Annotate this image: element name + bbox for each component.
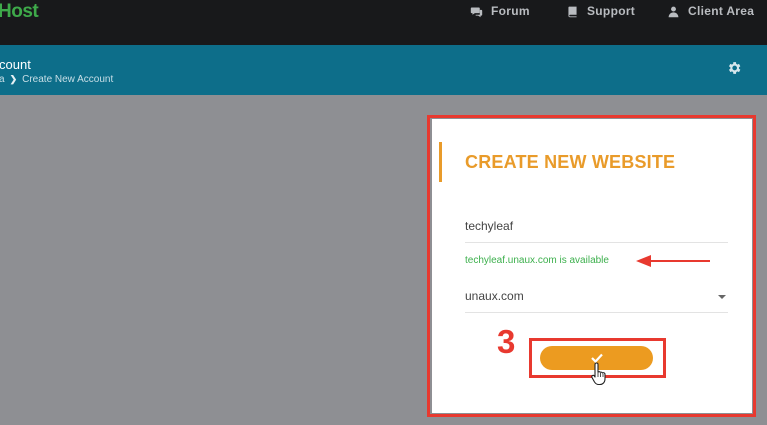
nav-forum-label: Forum <box>491 4 530 18</box>
page-title: count <box>0 57 31 72</box>
breadcrumb: a ❯ Create New Account <box>0 74 113 85</box>
page-header: count a ❯ Create New Account <box>0 45 767 95</box>
chat-icon <box>470 6 483 17</box>
step-number: 3 <box>497 323 516 360</box>
nav-client-area[interactable]: Client Area <box>667 4 754 18</box>
nav-support[interactable]: Support <box>566 4 635 18</box>
breadcrumb-home[interactable]: a <box>0 74 5 85</box>
breadcrumb-current: Create New Account <box>22 74 114 85</box>
user-icon <box>668 6 679 17</box>
hand-cursor-icon <box>591 362 606 386</box>
nav-support-label: Support <box>587 4 636 18</box>
brand-logo[interactable]: Host <box>0 1 39 23</box>
nav-forum[interactable]: Forum <box>470 4 530 18</box>
book-icon <box>568 6 577 17</box>
gear-icon[interactable] <box>726 60 742 76</box>
top-navbar: Host Forum Support Client Area <box>0 0 767 45</box>
chevron-right-icon: ❯ <box>9 74 18 84</box>
nav-client-area-label: Client Area <box>688 4 755 18</box>
arrow-left-icon <box>636 255 710 267</box>
